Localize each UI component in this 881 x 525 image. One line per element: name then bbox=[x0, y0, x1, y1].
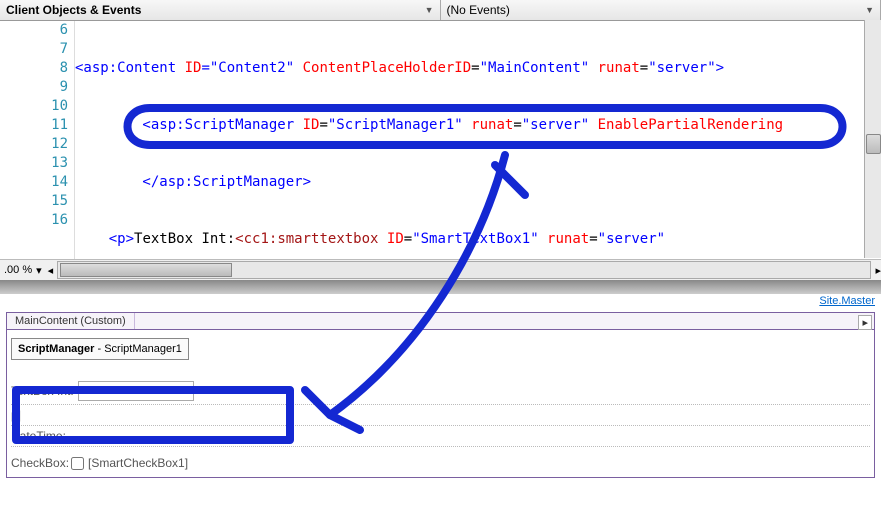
datetime-label: DateTime: bbox=[11, 429, 66, 443]
dropdown-toolbar: Client Objects & Events ▼ (No Events) ▼ bbox=[0, 0, 881, 21]
smart-tag-arrow-icon[interactable]: ▸ bbox=[858, 315, 872, 330]
designer-surface[interactable]: MainContent (Custom) ▸ ScriptManager - S… bbox=[6, 312, 875, 478]
scroll-thumb[interactable] bbox=[866, 134, 881, 154]
checkbox-row: CheckBox: [SmartCheckBox1] bbox=[11, 453, 870, 473]
smarttextbox-input[interactable] bbox=[78, 381, 194, 401]
chevron-left-icon[interactable]: ◂ bbox=[48, 264, 54, 277]
splitter[interactable] bbox=[0, 280, 881, 294]
chevron-down-icon[interactable]: ▾ bbox=[36, 264, 42, 277]
code-body[interactable]: <asp:Content ID="Content2" ContentPlaceH… bbox=[75, 21, 881, 259]
code-editor[interactable]: 678 91011 121314 1516 <asp:Content ID="C… bbox=[0, 21, 881, 259]
smartcheckbox-input[interactable] bbox=[71, 457, 84, 470]
zoom-level[interactable]: .00 % bbox=[0, 264, 36, 276]
p-tag-marker: p] bbox=[11, 405, 870, 426]
region-tabstrip: MainContent (Custom) ▸ bbox=[7, 313, 874, 330]
event-dropdown[interactable]: (No Events) ▼ bbox=[441, 0, 881, 20]
event-dropdown-label: (No Events) bbox=[447, 3, 510, 17]
object-dropdown[interactable]: Client Objects & Events ▼ bbox=[0, 0, 441, 20]
datetime-row: DateTime: bbox=[11, 426, 870, 447]
textbox-row: TextBox Int: bbox=[11, 378, 870, 405]
scroll-thumb[interactable] bbox=[60, 263, 232, 277]
checkbox-label: CheckBox: bbox=[11, 456, 69, 470]
horizontal-scrollbar[interactable] bbox=[57, 261, 871, 279]
tab-maincontent[interactable]: MainContent (Custom) bbox=[7, 313, 135, 329]
vertical-scrollbar[interactable] bbox=[864, 20, 881, 258]
line-gutter: 678 91011 121314 1516 bbox=[0, 21, 75, 259]
textbox-label: TextBox Int: bbox=[11, 384, 74, 398]
checkbox-placeholder: [SmartCheckBox1] bbox=[88, 456, 188, 470]
chevron-down-icon: ▼ bbox=[425, 5, 434, 15]
zoom-bar: .00 % ▾ ◂ ▸ bbox=[0, 259, 881, 280]
master-page-link[interactable]: Site.Master bbox=[819, 295, 875, 307]
scriptmanager-label: ScriptManager bbox=[18, 343, 94, 355]
chevron-right-icon[interactable]: ▸ bbox=[875, 264, 881, 277]
scriptmanager-control[interactable]: ScriptManager - ScriptManager1 bbox=[11, 338, 189, 360]
chevron-down-icon: ▼ bbox=[865, 5, 874, 15]
object-dropdown-label: Client Objects & Events bbox=[6, 3, 141, 17]
